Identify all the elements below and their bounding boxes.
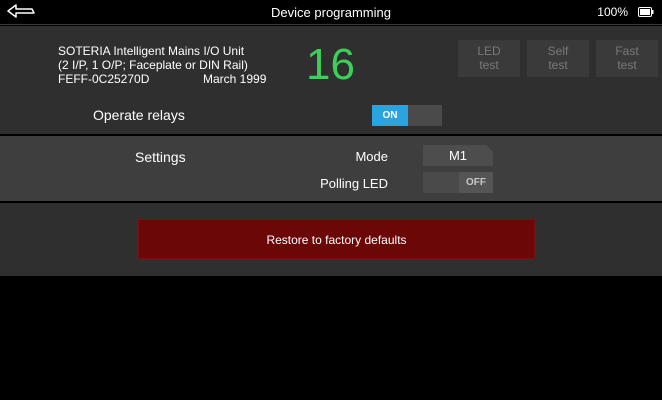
dropdown-corner-icon — [486, 145, 493, 152]
fast-test-button[interactable]: Fast test — [596, 40, 658, 77]
screen-title: Device programming — [271, 5, 391, 20]
led-test-button[interactable]: LED test — [458, 40, 520, 77]
fast-test-label-1: Fast — [615, 44, 639, 58]
settings-label: Settings — [135, 149, 186, 165]
mode-select[interactable]: M1 — [423, 145, 493, 166]
mode-value: M1 — [448, 148, 468, 163]
polling-led-label: Polling LED — [320, 176, 388, 191]
operate-relays-row: Operate relays ON — [0, 96, 662, 134]
operate-relays-label: Operate relays — [93, 107, 185, 123]
mode-label: Mode — [355, 149, 388, 164]
polling-led-toggle[interactable]: OFF — [423, 172, 493, 193]
device-serial-row: FEFF-0C25270D March 1999 — [58, 72, 266, 86]
device-name: SOTERIA Intelligent Mains I/O Unit — [58, 44, 245, 58]
toggle-knob — [408, 105, 442, 126]
toggle-on-text: ON — [372, 105, 408, 126]
fast-test-label-2: test — [617, 58, 637, 72]
toggle-knob — [423, 172, 459, 193]
led-test-label-2: test — [479, 58, 499, 72]
self-test-label-1: Self — [547, 44, 569, 58]
toggle-off-text: OFF — [459, 172, 493, 193]
device-description: (2 I/P, 1 O/P; Faceplate or DIN Rail) — [58, 58, 248, 72]
restore-section: Restore to factory defaults — [0, 203, 662, 276]
device-serial: FEFF-0C25270D — [58, 72, 150, 86]
device-header: SOTERIA Intelligent Mains I/O Unit (2 I/… — [0, 26, 662, 96]
self-test-button[interactable]: Self test — [527, 40, 589, 77]
empty-area — [0, 276, 662, 400]
restore-factory-defaults-button[interactable]: Restore to factory defaults — [138, 219, 535, 259]
operate-relays-toggle[interactable]: ON — [372, 105, 442, 126]
settings-section: Settings Mode M1 Polling LED OFF — [0, 136, 662, 201]
led-test-label-1: LED — [477, 44, 501, 58]
battery-icon — [638, 7, 654, 17]
device-date: March 1999 — [203, 72, 267, 86]
status-bar: Device programming 100% — [0, 0, 662, 25]
device-info: SOTERIA Intelligent Mains I/O Unit (2 I/… — [58, 44, 266, 86]
battery-percentage: 100% — [597, 5, 628, 19]
device-address: 16 — [306, 40, 355, 89]
self-test-label-2: test — [548, 58, 568, 72]
